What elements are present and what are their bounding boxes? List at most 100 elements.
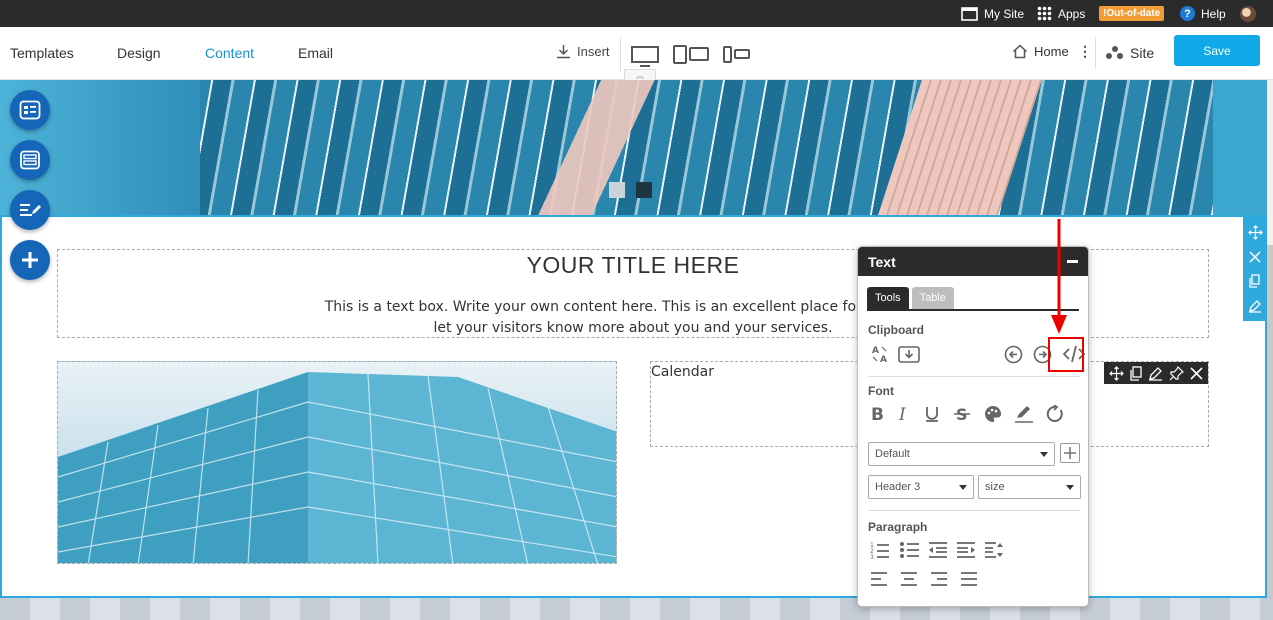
building-image[interactable] [57,361,617,564]
out-of-date-badge: !Out-of-date [1099,6,1165,21]
tab-design[interactable]: Design [117,45,161,61]
insert-label: Insert [577,44,610,59]
svg-text:3: 3 [870,554,874,559]
apps-link[interactable]: Apps [1037,0,1085,27]
site-menu[interactable]: Site [1095,37,1154,69]
pin-icon[interactable] [1169,365,1185,381]
insert-button[interactable]: Insert [556,44,610,59]
section-edit-icon[interactable] [1248,299,1262,314]
help-label: Help [1201,6,1226,21]
close-icon[interactable] [1190,366,1203,380]
tablet-portrait-icon[interactable] [673,44,687,64]
font-label: Font [868,384,894,398]
desktop-icon[interactable] [631,45,659,67]
home-icon [1012,44,1028,59]
tab-email[interactable]: Email [298,45,333,61]
heading-value: Header 3 [875,481,921,493]
my-site-link[interactable]: My Site [961,0,1024,27]
browser-window-icon [961,6,978,21]
underline-icon[interactable] [924,405,940,423]
slider-dot-2[interactable] [636,182,652,198]
svg-text:A: A [880,355,887,364]
section-move-icon[interactable] [1247,224,1263,240]
bold-icon[interactable]: B [870,405,886,423]
page-layout-icon [19,100,41,120]
svg-text:A: A [872,346,879,356]
save-button[interactable]: Save [1174,35,1260,66]
heading-select[interactable]: Header 3 [868,475,974,499]
chevron-down-icon [1066,484,1074,490]
home-label: Home [1034,44,1069,59]
plus-icon [22,252,38,268]
tab-table[interactable]: Table [911,287,954,309]
page-scrollbar[interactable] [1267,80,1273,620]
paragraph-tools-row1: 123 [870,541,1004,559]
page-selector[interactable]: Home [1012,44,1069,59]
element-toolbar [1104,362,1208,384]
building-illustration [58,372,616,563]
indent-icon[interactable] [956,541,976,559]
align-center-icon[interactable] [900,571,918,587]
device-switcher [620,37,750,71]
pages-button[interactable] [10,90,50,130]
panel-title: Text [868,253,896,270]
tab-templates[interactable]: Templates [10,45,74,61]
clipboard-label: Clipboard [868,323,924,337]
tab-tools[interactable]: Tools [867,287,909,309]
out-of-date-badge-wrap[interactable]: !Out-of-date [1099,0,1165,27]
collapse-toolbar-icon[interactable]: ︿ [624,69,656,80]
calendar-label: Calendar [651,364,714,380]
copy-icon[interactable] [1130,365,1143,381]
help-link[interactable]: ? Help [1180,0,1226,27]
paragraph-tools-row2 [870,571,978,587]
phone-views[interactable] [723,45,750,63]
translate-icon[interactable]: AA [870,344,890,364]
align-left-icon[interactable] [870,571,888,587]
chevron-down-icon [959,484,967,490]
outdent-icon[interactable] [928,541,948,559]
site-dots-icon [1106,46,1124,60]
my-site-label: My Site [984,6,1025,21]
sections-icon [20,150,40,170]
unordered-list-icon[interactable] [900,541,920,559]
add-element-button[interactable] [10,240,50,280]
font-family-select[interactable]: Default [868,442,1055,466]
paragraph-label: Paragraph [868,520,928,534]
plus-icon [1064,447,1076,459]
tablet-views[interactable] [673,44,709,64]
paste-icon[interactable] [898,345,920,363]
tablet-landscape-icon[interactable] [689,47,709,61]
code-button-highlight [1048,337,1084,372]
avatar [1240,5,1256,22]
sections-button[interactable] [10,140,50,180]
ordered-list-icon[interactable]: 123 [870,541,890,559]
page-options-icon[interactable]: ⋮ [1078,43,1092,60]
edit-content-button[interactable] [10,190,50,230]
tab-content[interactable]: Content [205,45,254,61]
top-bar: My Site Apps !Out-of-date ? Help [0,0,1273,27]
clear-format-icon[interactable] [1046,405,1064,423]
strikethrough-icon[interactable]: S [954,405,970,423]
section-copy-icon[interactable] [1249,274,1261,288]
move-icon[interactable] [1109,365,1124,381]
user-menu[interactable] [1240,0,1256,27]
phone-portrait-icon[interactable] [723,45,732,63]
slider-dot-1[interactable] [609,182,625,198]
align-right-icon[interactable] [930,571,948,587]
phone-landscape-icon[interactable] [734,49,750,59]
apps-grid-icon [1037,6,1052,21]
help-icon: ? [1180,6,1195,21]
site-label: Site [1130,45,1155,61]
color-palette-icon[interactable] [984,405,1002,423]
undo-icon[interactable] [1004,345,1023,364]
download-arrow-icon [557,45,570,59]
section-close-icon[interactable] [1249,251,1261,263]
highlighter-icon[interactable] [1014,405,1034,423]
add-font-button[interactable] [1060,443,1080,463]
italic-icon[interactable]: I [896,405,910,423]
align-justify-icon[interactable] [960,571,978,587]
font-size-select[interactable]: size [978,475,1081,499]
line-height-icon[interactable] [984,541,1004,559]
edit-icon[interactable] [1148,366,1163,381]
apps-label: Apps [1058,6,1086,21]
